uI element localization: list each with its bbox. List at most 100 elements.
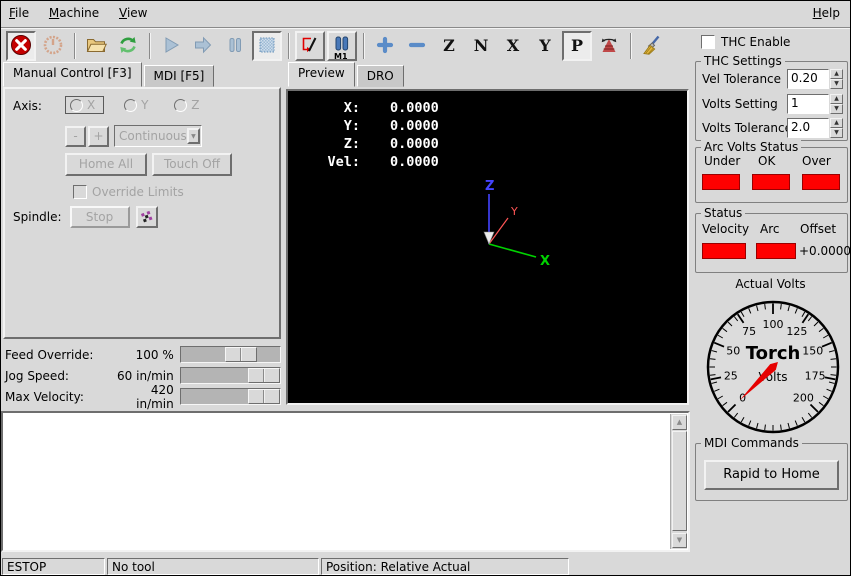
view-z-icon: Z [443, 38, 455, 54]
history-textarea[interactable]: ▲ ▼ [1, 411, 690, 552]
skip-lines-button[interactable] [295, 31, 325, 61]
slider-handle[interactable] [248, 389, 280, 404]
status-position: Position: Relative Actual [321, 558, 569, 575]
volts-setting-spinbox[interactable]: 1 ▲▼ [787, 94, 843, 114]
spindle-brake-button[interactable] [136, 206, 158, 228]
touch-off-button[interactable]: Touch Off [152, 153, 232, 176]
home-all-button[interactable]: Home All [65, 153, 147, 176]
feed-override-slider[interactable] [180, 346, 281, 363]
rapid-to-home-button[interactable]: Rapid to Home [704, 460, 839, 490]
spin-down-icon[interactable]: ▼ [830, 128, 843, 138]
view-x-button[interactable]: X [498, 31, 528, 61]
volts-tolerance-value[interactable]: 2.0 [787, 118, 829, 138]
reload-button[interactable] [113, 31, 143, 61]
toolbar-separator [630, 33, 631, 59]
max-velocity-label: Max Velocity: [5, 390, 114, 404]
arc-volts-status-group: Arc Volts Status Under OK Over [695, 147, 848, 203]
feed-override-label: Feed Override: [5, 348, 114, 362]
tab-preview[interactable]: Preview [288, 62, 355, 87]
actual-volts-label: Actual Volts [693, 277, 848, 291]
spin-up-icon[interactable]: ▲ [830, 94, 843, 104]
rotate-view-button[interactable] [594, 31, 624, 61]
view-perspective-button[interactable]: P [562, 31, 592, 61]
menu-file[interactable]: File [1, 1, 37, 24]
under-label: Under [704, 154, 740, 168]
machine-power-icon [42, 34, 64, 59]
axis-y-glyph: Y [510, 205, 518, 218]
axis-radio-x[interactable]: X [65, 96, 104, 114]
tab-mdi[interactable]: MDI [F5] [144, 65, 215, 87]
vel-tolerance-value[interactable]: 0.20 [787, 69, 829, 89]
slider-handle[interactable] [248, 368, 280, 383]
view-y-button[interactable]: Y [530, 31, 560, 61]
spin-up-icon[interactable]: ▲ [830, 69, 843, 79]
jog-mode-combobox[interactable]: Continuous ▼ [114, 125, 202, 147]
run-button[interactable] [156, 31, 186, 61]
status-group: Status Velocity Arc Offset +0.0000 [695, 213, 848, 273]
step-button[interactable] [188, 31, 218, 61]
toolbar-separator [363, 33, 364, 59]
broom-icon [641, 34, 663, 59]
pause-button[interactable] [220, 31, 250, 61]
open-file-button[interactable] [81, 31, 111, 61]
spin-up-icon[interactable]: ▲ [830, 118, 843, 128]
jog-speed-slider[interactable] [180, 367, 281, 384]
mdi-commands-title: MDI Commands [701, 436, 802, 450]
status-estop: ESTOP [2, 558, 105, 575]
zoom-out-button[interactable] [402, 31, 432, 61]
zoom-in-button[interactable] [370, 31, 400, 61]
svg-text:50: 50 [726, 345, 740, 358]
thc-enable-checkbox[interactable] [701, 35, 715, 49]
view-z-button[interactable]: Z [434, 31, 464, 61]
slider-handle[interactable] [225, 347, 257, 362]
axis-radio-y[interactable]: Y [124, 98, 148, 112]
vertical-scrollbar[interactable]: ▲ ▼ [670, 414, 687, 549]
over-label: Over [802, 154, 831, 168]
spindle-label: Spindle: [13, 210, 62, 224]
clear-plot-button[interactable] [637, 31, 667, 61]
run-icon [160, 34, 182, 59]
override-limits-checkbox[interactable] [73, 185, 87, 199]
toolbar-separator [149, 33, 150, 59]
max-velocity-value: 420 in/min [114, 383, 180, 411]
menu-view[interactable]: View [111, 1, 155, 24]
preview-canvas[interactable]: X:0.0000 Y:0.0000 Z:0.0000 Vel:0.0000 Z … [286, 89, 689, 405]
jog-minus-button[interactable]: - [65, 126, 86, 147]
svg-text:25: 25 [724, 369, 738, 382]
view-z-rotated-button[interactable]: N [466, 31, 496, 61]
axis-x-glyph: X [540, 254, 550, 269]
scroll-up-icon[interactable]: ▲ [672, 415, 687, 430]
stop-button[interactable] [252, 31, 282, 61]
preview-tabbar: Preview DRO [288, 63, 406, 87]
axis-thc-window: File Machine View Help [0, 0, 851, 576]
spin-down-icon[interactable]: ▼ [830, 79, 843, 89]
volts-setting-value[interactable]: 1 [787, 94, 829, 114]
menu-machine[interactable]: Machine [41, 1, 107, 24]
axis-z-label: Z [191, 98, 199, 112]
machine-power-button[interactable] [38, 31, 68, 61]
estop-button[interactable] [6, 31, 36, 61]
arc-label: Arc [760, 222, 779, 236]
under-indicator [702, 174, 740, 190]
scroll-down-icon[interactable]: ▼ [672, 533, 687, 548]
skip-lines-icon [299, 34, 321, 59]
spindle-stop-button[interactable]: Stop [70, 206, 130, 228]
menu-help[interactable]: Help [805, 1, 848, 24]
tab-dro[interactable]: DRO [357, 65, 404, 87]
jog-plus-button[interactable]: + [88, 126, 109, 147]
view-z-rotated-icon: N [474, 38, 489, 54]
tab-manual-control[interactable]: Manual Control [F3] [3, 62, 142, 87]
view-x-icon: X [507, 38, 519, 54]
svg-text:100: 100 [763, 318, 784, 331]
vel-tolerance-spinbox[interactable]: 0.20 ▲▼ [787, 69, 843, 89]
spin-down-icon[interactable]: ▼ [830, 104, 843, 114]
max-velocity-slider[interactable] [180, 388, 281, 405]
m1-pause-icon: M1 [331, 34, 353, 59]
volts-tolerance-spinbox[interactable]: 2.0 ▲▼ [787, 118, 843, 138]
manual-control-panel: Axis: X Y Z - + Continuous ▼ Home [3, 87, 281, 339]
optional-pause-button[interactable]: M1 [327, 31, 357, 61]
jog-mode-value: Continuous [115, 129, 187, 143]
axis-radio-z[interactable]: Z [174, 98, 199, 112]
zoom-out-icon [406, 34, 428, 59]
scrollbar-thumb[interactable] [672, 431, 687, 531]
